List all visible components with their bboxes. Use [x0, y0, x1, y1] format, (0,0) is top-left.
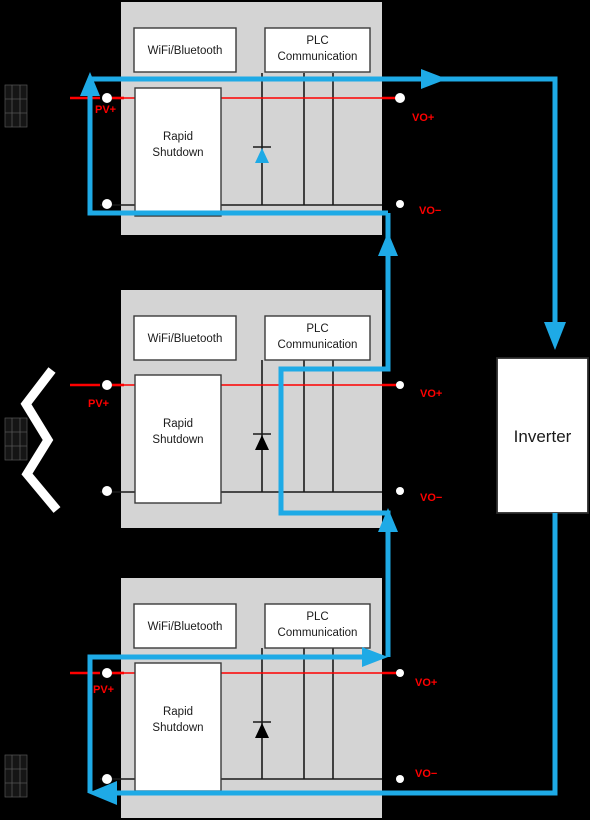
- terminal-dot-vo-positive-bottom: [396, 669, 404, 677]
- pv-panel-icon-top: [4, 84, 28, 128]
- plc-label-line1-bottom: PLC: [306, 611, 328, 623]
- wifi-bluetooth-label-middle: WiFi/Bluetooth: [148, 333, 223, 345]
- vo-negative-label-middle: VO−: [420, 492, 442, 504]
- terminal-dot-pv-positive-top: [102, 93, 112, 103]
- vo-positive-label-bottom: VO+: [415, 677, 437, 689]
- terminal-dot-vo-negative-top: [396, 200, 404, 208]
- module-bottom: WiFi/Bluetooth PLC Communication Rapid S…: [70, 578, 437, 818]
- vo-negative-label-top: VO−: [419, 205, 441, 217]
- pv-positive-label-middle: PV+: [88, 398, 109, 410]
- terminal-dot-pv-negative-top: [102, 199, 112, 209]
- diagram-canvas: WiFi/Bluetooth PLC Communication Rapid S…: [0, 0, 590, 820]
- terminal-dot-pv-positive-bottom: [102, 668, 112, 678]
- plc-label-line1-middle: PLC: [306, 323, 328, 335]
- rapid-shutdown-label-line2-bottom: Shutdown: [152, 722, 203, 734]
- rapid-shutdown-label-line2-top: Shutdown: [152, 147, 203, 159]
- vo-positive-label-top: VO+: [412, 112, 434, 124]
- plc-label-line1-top: PLC: [306, 35, 328, 47]
- plc-label-line2-bottom: Communication: [278, 627, 358, 639]
- inverter: Inverter: [496, 357, 589, 514]
- vo-positive-label-middle: VO+: [420, 388, 442, 400]
- vo-negative-label-bottom: VO−: [415, 768, 437, 780]
- rapid-shutdown-label-line1-bottom: Rapid: [163, 706, 193, 718]
- terminal-dot-pv-negative-middle: [102, 486, 112, 496]
- rapid-shutdown-label-line1-middle: Rapid: [163, 418, 193, 430]
- rapid-shutdown-label-line2-middle: Shutdown: [152, 434, 203, 446]
- module-top: WiFi/Bluetooth PLC Communication Rapid S…: [70, 2, 441, 235]
- terminal-dot-vo-positive-top: [395, 93, 405, 103]
- continuation-zigzag-icon: [20, 367, 61, 513]
- pv-panel-icon-bottom: [4, 754, 28, 798]
- wifi-bluetooth-label-bottom: WiFi/Bluetooth: [148, 621, 223, 633]
- pv-positive-label-top: PV+: [95, 104, 116, 116]
- pv-panel-icon-middle: [4, 417, 28, 461]
- terminal-dot-vo-negative-middle: [396, 487, 404, 495]
- plc-label-line2-middle: Communication: [278, 339, 358, 351]
- terminal-dot-pv-negative-bottom: [102, 774, 112, 784]
- arrowhead-down-into-inverter: [544, 322, 566, 350]
- wifi-bluetooth-label-top: WiFi/Bluetooth: [148, 45, 223, 57]
- inverter-label: Inverter: [514, 427, 572, 446]
- plc-label-line2-top: Communication: [278, 51, 358, 63]
- terminal-dot-pv-positive-middle: [102, 380, 112, 390]
- arrowhead-up-pv-top: [80, 72, 100, 96]
- pv-positive-label-bottom: PV+: [93, 684, 114, 696]
- terminal-dot-vo-negative-bottom: [396, 775, 404, 783]
- terminal-dot-vo-positive-middle: [396, 381, 404, 389]
- rapid-shutdown-label-line1-top: Rapid: [163, 131, 193, 143]
